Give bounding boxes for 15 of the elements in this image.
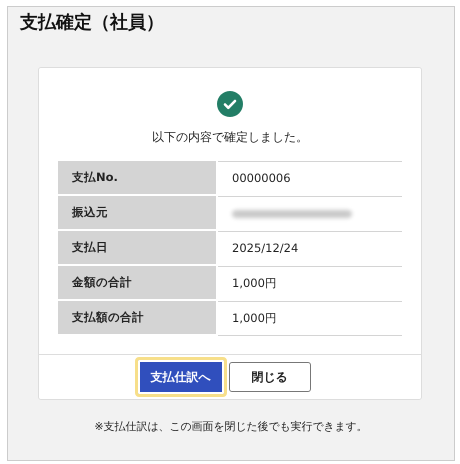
page-title: 支払確定（社員） <box>20 11 165 35</box>
check-icon <box>217 91 243 117</box>
journal-button[interactable]: 支払仕訳へ <box>134 357 226 397</box>
field-value: 1,000円 <box>232 275 277 292</box>
field-label: 支払No. <box>58 161 216 196</box>
close-button[interactable]: 閉じる <box>228 362 310 392</box>
field-value: 2025/12/24 <box>232 240 298 258</box>
field-value: 1,000円 <box>232 310 277 327</box>
field-label: 支払日 <box>58 231 216 266</box>
field-label: 金額の合計 <box>58 266 216 301</box>
confirmation-message: 以下の内容で確定しました。 <box>151 129 309 146</box>
footnote: ※支払仕訳は、この画面を閉じた後でも実行できます。 <box>93 419 369 435</box>
field-label: 支払額の合計 <box>58 301 216 336</box>
field-value: 00000006 <box>232 170 291 188</box>
field-label: 振込元 <box>58 196 216 231</box>
